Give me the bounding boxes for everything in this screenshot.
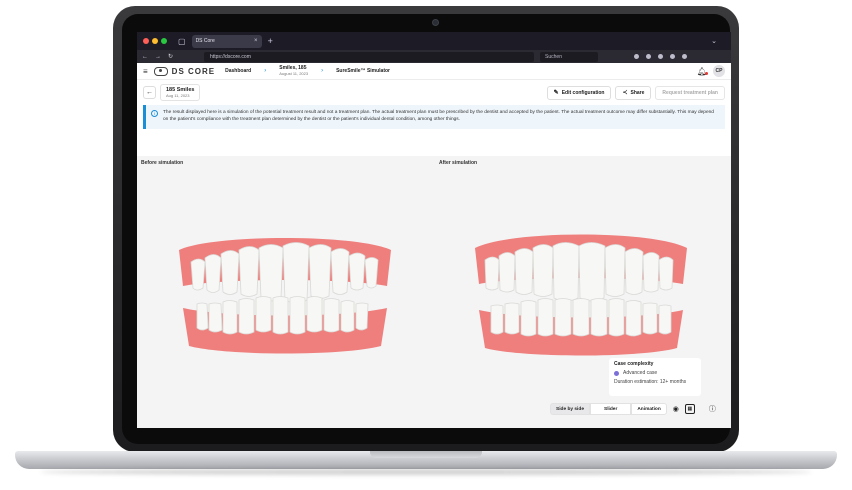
request-treatment-plan-button[interactable]: Request treatment plan: [655, 85, 725, 100]
tab-title: DS Core: [195, 38, 215, 44]
ds-core-logo-icon: [153, 66, 168, 76]
share-button[interactable]: ≺ Share: [615, 85, 652, 100]
case-subheader: ← 185 Smiles Aug 11, 2023 ✎ Edit configu…: [137, 80, 731, 105]
close-tab-icon[interactable]: ×: [254, 38, 258, 44]
minimize-window-dot[interactable]: [152, 38, 158, 44]
breadcrumb-dashboard[interactable]: Dashboard: [225, 68, 251, 74]
hamburger-menu-icon[interactable]: ≡: [143, 67, 148, 76]
notification-badge: [705, 71, 708, 75]
case-card: 185 Smiles Aug 11, 2023: [160, 84, 201, 101]
address-bar[interactable]: https://dscore.com: [204, 51, 535, 62]
close-window-dot[interactable]: [143, 38, 149, 44]
user-avatar[interactable]: CP: [713, 65, 725, 77]
notification-bell-icon[interactable]: 🔔︎: [697, 67, 708, 76]
info-circle-icon[interactable]: ⓘ: [709, 404, 716, 414]
after-teeth-model[interactable]: [471, 230, 691, 356]
laptop-scene: ▢ DS Core × + ⌄ ← → ↻ https://dscore.com…: [0, 0, 852, 490]
view-mode-toolbar: Side by side Slider Animation ◉ ▦ ⓘ: [550, 402, 716, 416]
forward-arrow-icon[interactable]: →: [155, 54, 161, 60]
back-arrow-icon[interactable]: ←: [142, 54, 148, 60]
breadcrumb-separator-icon: ›: [264, 68, 267, 74]
extension-icon[interactable]: [658, 54, 664, 59]
app-header: ≡ DS CORE Dashboard › Smiles, 185 August…: [137, 63, 731, 80]
slider-tab[interactable]: Slider: [590, 403, 632, 415]
webcam: [432, 19, 439, 26]
complexity-level: Advanced case: [623, 370, 658, 376]
breadcrumb-simulator: SureSmile™ Simulator: [336, 68, 390, 74]
back-button[interactable]: ←: [143, 86, 156, 99]
breadcrumb-patient-date: August 11, 2023: [279, 71, 309, 76]
before-teeth-model[interactable]: [173, 234, 397, 354]
chevron-down-icon[interactable]: ⌄: [711, 37, 717, 45]
eye-icon[interactable]: ◉: [673, 405, 679, 413]
edit-configuration-button[interactable]: ✎ Edit configuration: [546, 85, 612, 100]
breadcrumb-patient[interactable]: Smiles, 185 August 11, 2023: [279, 65, 308, 77]
edit-label: Edit configuration: [561, 89, 605, 96]
duration-row: Duration estimation: 12+ months: [614, 379, 696, 385]
pencil-icon: ✎: [553, 90, 559, 96]
menu-icon[interactable]: [682, 54, 688, 59]
browser-tab[interactable]: DS Core ×: [191, 34, 262, 48]
laptop-notch: [370, 451, 482, 458]
extension-icon[interactable]: [670, 54, 676, 59]
overlay-toggle-icon[interactable]: ▦: [684, 404, 695, 414]
laptop-shadow: [40, 469, 812, 475]
simulation-viewer[interactable]: Before simulation After simulation Case …: [137, 156, 731, 428]
url-text: https://dscore.com: [210, 53, 251, 60]
search-placeholder: Suchen: [545, 53, 562, 60]
before-simulation-label: Before simulation: [141, 160, 184, 166]
header-right: 🔔︎ CP: [697, 65, 725, 77]
duration-estimation: Duration estimation: 12+ months: [614, 379, 687, 385]
tab-list-icon[interactable]: ▢: [178, 37, 186, 46]
side-by-side-tab[interactable]: Side by side: [550, 403, 590, 415]
animation-tab[interactable]: Animation: [631, 403, 667, 415]
maximize-window-dot[interactable]: [161, 38, 167, 44]
complexity-level-row: Advanced case: [614, 370, 696, 376]
complexity-dot-icon: [614, 370, 619, 376]
request-label: Request treatment plan: [662, 89, 718, 96]
info-icon: i: [151, 110, 158, 117]
after-simulation-label: After simulation: [439, 160, 478, 166]
new-tab-icon[interactable]: +: [268, 36, 273, 46]
case-complexity-card: Case complexity Advanced case Duration e…: [609, 358, 701, 396]
app-logo[interactable]: DS CORE: [172, 67, 215, 76]
disclaimer-text: The result displayed here is a simulatio…: [163, 110, 714, 122]
extension-icon[interactable]: [634, 54, 640, 59]
extension-icons: [634, 54, 694, 59]
breadcrumb-separator-icon: ›: [321, 68, 324, 74]
case-date: Aug 11, 2023: [166, 92, 190, 98]
browser-toolbar: ← → ↻ https://dscore.com Suchen: [137, 50, 731, 63]
share-icon: ≺: [622, 90, 628, 96]
reload-icon[interactable]: ↻: [168, 53, 173, 60]
share-label: Share: [630, 89, 645, 96]
browser-tab-bar: ▢ DS Core × + ⌄: [137, 32, 731, 50]
case-actions: ✎ Edit configuration ≺ Share Request tre…: [543, 85, 725, 100]
case-complexity-title: Case complexity: [614, 361, 654, 367]
disclaimer-banner: i The result displayed here is a simulat…: [143, 105, 725, 129]
extension-icon[interactable]: [646, 54, 652, 59]
browser-search-box[interactable]: Suchen: [540, 51, 599, 62]
laptop-screen: ▢ DS Core × + ⌄ ← → ↻ https://dscore.com…: [137, 32, 731, 428]
